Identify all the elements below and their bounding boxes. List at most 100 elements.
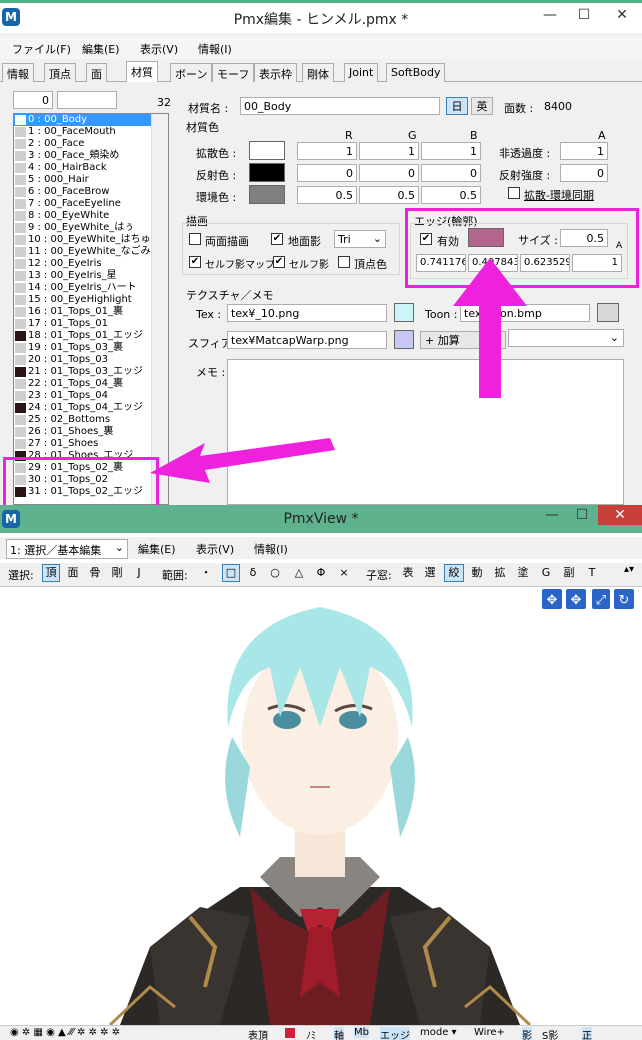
material-list-item[interactable]: 6 : 00_FaceBrow bbox=[14, 186, 168, 198]
viewer-menu-edit[interactable]: 編集(E) bbox=[138, 541, 176, 557]
material-name-field[interactable]: 00_Body bbox=[240, 97, 440, 115]
mode-select[interactable]: 1: 選択／基本編集 ⌄ bbox=[6, 539, 128, 559]
lang-jp-button[interactable]: 日 bbox=[446, 97, 468, 115]
ground-shadow-checkbox[interactable]: ✔ bbox=[271, 233, 283, 245]
tab-rigidbody[interactable]: 剛体 bbox=[302, 63, 334, 82]
subwin-table-button[interactable]: 表 bbox=[400, 564, 416, 582]
material-list-item[interactable]: 14 : 00_EyeIris_ハート bbox=[14, 282, 168, 294]
status-color-icon[interactable] bbox=[285, 1028, 295, 1038]
specular-color-swatch[interactable] bbox=[249, 163, 285, 182]
subwin-sub-button[interactable]: 副 bbox=[560, 564, 578, 582]
status-ortho[interactable]: 正 bbox=[582, 1027, 592, 1040]
menu-file[interactable]: ファイル(F) bbox=[12, 41, 71, 57]
tex-field[interactable]: tex¥_10.png bbox=[227, 304, 387, 322]
menu-info[interactable]: 情報(I) bbox=[198, 41, 232, 57]
list-search-field[interactable] bbox=[57, 91, 117, 109]
material-list-item[interactable]: 11 : 00_EyeWhite_なごみ bbox=[14, 246, 168, 258]
3d-viewport[interactable]: ✥ ✥ ⤢ ↻ bbox=[0, 587, 642, 1025]
maximize-icon[interactable]: ☐ bbox=[572, 7, 596, 23]
tex-preview[interactable] bbox=[394, 303, 414, 322]
close-icon[interactable]: ✕ bbox=[598, 505, 642, 525]
minimize-icon[interactable]: — bbox=[540, 507, 564, 523]
material-list-item[interactable]: 0 : 00_Body bbox=[14, 114, 168, 126]
sync-label[interactable]: 拡散-環境同期 bbox=[524, 187, 594, 203]
material-list-item[interactable]: 10 : 00_EyeWhite_はちゅ目 bbox=[14, 234, 168, 246]
sphere-preview[interactable] bbox=[394, 330, 414, 349]
subwin-paint-button[interactable]: 塗 bbox=[514, 564, 532, 582]
material-list-item[interactable]: 9 : 00_EyeWhite_はぅ bbox=[14, 222, 168, 234]
maximize-icon[interactable]: ☐ bbox=[570, 507, 594, 523]
specular-b[interactable]: 0 bbox=[421, 164, 481, 182]
status-axis[interactable]: 軸 bbox=[334, 1027, 344, 1040]
self-shadow-checkbox[interactable]: ✔ bbox=[273, 256, 285, 268]
material-list-item[interactable]: 20 : 01_Tops_03 bbox=[14, 354, 168, 366]
range-cross-button[interactable]: × bbox=[336, 564, 352, 582]
ambient-color-swatch[interactable] bbox=[249, 185, 285, 204]
primitive-select[interactable]: Tri ⌄ bbox=[334, 230, 386, 248]
range-phi-button[interactable]: Φ bbox=[313, 564, 329, 582]
viewer-menu-view[interactable]: 表示(V) bbox=[196, 541, 234, 557]
lang-en-button[interactable]: 英 bbox=[471, 97, 493, 115]
diffuse-r[interactable]: 1 bbox=[297, 142, 357, 160]
minimize-icon[interactable]: — bbox=[538, 7, 562, 23]
toolbar-overflow-icon[interactable]: ▴▾ bbox=[624, 564, 634, 575]
tab-softbody[interactable]: SoftBody bbox=[386, 63, 446, 82]
subwin-g-button[interactable]: G bbox=[538, 564, 554, 582]
toon-preview[interactable] bbox=[597, 303, 619, 322]
status-self-shadow[interactable]: S影 bbox=[542, 1027, 558, 1040]
select-face-button[interactable]: 面 bbox=[64, 564, 82, 582]
range-triangle-button[interactable]: △ bbox=[291, 564, 307, 582]
range-point-button[interactable]: ・ bbox=[198, 564, 214, 582]
subwin-move-button[interactable]: 動 bbox=[468, 564, 486, 582]
diffuse-b[interactable]: 1 bbox=[421, 142, 481, 160]
close-icon[interactable]: ✕ bbox=[610, 7, 634, 23]
subwin-select-button[interactable]: 選 bbox=[421, 564, 439, 582]
material-list-item[interactable]: 13 : 00_EyeIris_星 bbox=[14, 270, 168, 282]
diffuse-color-swatch[interactable] bbox=[249, 141, 285, 160]
material-list-item[interactable]: 1 : 00_FaceMouth bbox=[14, 126, 168, 138]
specular-g[interactable]: 0 bbox=[359, 164, 419, 182]
specular-r[interactable]: 0 bbox=[297, 164, 357, 182]
range-delta-button[interactable]: δ bbox=[245, 564, 261, 582]
status-nomi[interactable]: ﾉﾐ bbox=[306, 1027, 316, 1040]
material-list-item[interactable]: 3 : 00_Face_頬染め bbox=[14, 150, 168, 162]
menu-view[interactable]: 表示(V) bbox=[140, 41, 178, 57]
tab-morph[interactable]: モーフ bbox=[212, 63, 255, 82]
subwin-filter-button[interactable]: 絞 bbox=[444, 564, 464, 582]
status-mb[interactable]: Mb bbox=[354, 1027, 369, 1038]
material-list-item[interactable]: 23 : 01_Tops_04 bbox=[14, 390, 168, 402]
status-table-vertex[interactable]: 表頂 bbox=[248, 1027, 268, 1040]
material-list-item[interactable]: 7 : 00_FaceEyeline bbox=[14, 198, 168, 210]
material-list-item[interactable]: 5 : 000_Hair bbox=[14, 174, 168, 186]
tab-material[interactable]: 材質 bbox=[126, 61, 158, 82]
menu-edit[interactable]: 編集(E) bbox=[82, 41, 120, 57]
material-list-item[interactable]: 16 : 01_Tops_01_裏 bbox=[14, 306, 168, 318]
diffuse-g[interactable]: 1 bbox=[359, 142, 419, 160]
select-bone-button[interactable]: 骨 bbox=[86, 564, 104, 582]
tab-joint[interactable]: Joint bbox=[344, 63, 379, 82]
list-index-field[interactable]: 0 bbox=[13, 91, 53, 109]
range-rect-button[interactable]: □ bbox=[222, 564, 240, 582]
select-rigid-button[interactable]: 剛 bbox=[108, 564, 126, 582]
ambient-g[interactable]: 0.5 bbox=[359, 186, 419, 204]
material-list-item[interactable]: 25 : 02_Bottoms bbox=[14, 414, 168, 426]
material-list-item[interactable]: 27 : 01_Shoes bbox=[14, 438, 168, 450]
self-shadow-map-checkbox[interactable]: ✔ bbox=[189, 256, 201, 268]
tab-vertex[interactable]: 頂点 bbox=[44, 63, 76, 82]
material-list-item[interactable]: 26 : 01_Shoes_裏 bbox=[14, 426, 168, 438]
vertex-color-checkbox[interactable] bbox=[338, 256, 350, 268]
subwin-t-button[interactable]: T bbox=[584, 564, 600, 582]
range-circle-button[interactable]: ○ bbox=[267, 564, 283, 582]
spec-power-field[interactable]: 0 bbox=[560, 164, 608, 182]
select-joint-button[interactable]: J bbox=[130, 564, 148, 582]
material-list[interactable]: 0 : 00_Body 1 : 00_FaceMouth 2 : 00_Face 3 … bbox=[13, 113, 169, 505]
select-vertex-button[interactable]: 頂 bbox=[42, 564, 60, 582]
viewer-menu-info[interactable]: 情報(I) bbox=[254, 541, 288, 557]
material-list-item[interactable]: 12 : 00_EyeIris bbox=[14, 258, 168, 270]
sync-checkbox[interactable] bbox=[508, 187, 520, 199]
material-list-item[interactable]: 24 : 01_Tops_04_エッジ bbox=[14, 402, 168, 414]
material-list-item[interactable]: 4 : 00_HairBack bbox=[14, 162, 168, 174]
material-list-item[interactable]: 19 : 01_Tops_03_裏 bbox=[14, 342, 168, 354]
material-list-item[interactable]: 18 : 01_Tops_01_エッジ bbox=[14, 330, 168, 342]
status-edge[interactable]: エッジ bbox=[380, 1027, 410, 1040]
